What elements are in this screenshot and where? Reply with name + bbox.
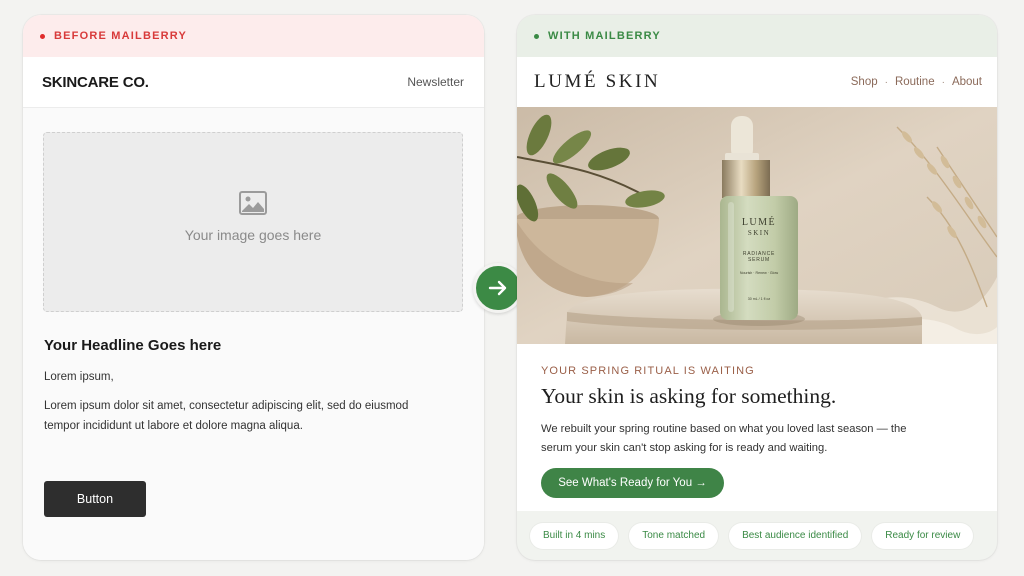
before-banner-label: BEFORE MAILBERRY bbox=[54, 30, 188, 42]
after-email-header: LUMÉ SKIN Shop · Routine · About bbox=[517, 57, 997, 107]
feature-chips: Built in 4 mins Tone matched Best audien… bbox=[517, 511, 997, 560]
eyebrow-text: YOUR SPRING RITUAL IS WAITING bbox=[541, 365, 755, 377]
image-icon bbox=[239, 191, 267, 215]
hero-product-image: LUMÉ SKIN RADIANCE SERUM Nourish · Renew… bbox=[517, 107, 997, 344]
bottle-tagline: Nourish · Renew · Glow bbox=[739, 271, 779, 275]
after-email-card: WITH MAILBERRY LUMÉ SKIN Shop · Routine … bbox=[517, 15, 997, 560]
nav-separator: · bbox=[941, 76, 945, 88]
before-email-header: SKINCARE CO. Newsletter bbox=[23, 57, 484, 108]
bottle-label: LUMÉ SKIN RADIANCE SERUM Nourish · Renew… bbox=[720, 217, 798, 301]
after-nav: Shop · Routine · About bbox=[851, 76, 982, 88]
after-email-content: YOUR SPRING RITUAL IS WAITING Your skin … bbox=[517, 344, 997, 511]
arrow-right-icon bbox=[488, 280, 507, 296]
transform-arrow-button bbox=[473, 263, 523, 313]
bottle-brand-line1: LUMÉ bbox=[741, 217, 777, 228]
before-cta-button[interactable]: Button bbox=[44, 481, 146, 517]
before-email-body: Your image goes here Your Headline Goes … bbox=[23, 108, 484, 560]
chip-built-time: Built in 4 mins bbox=[530, 522, 619, 549]
after-cta-button[interactable]: See What's Ready for You → bbox=[541, 468, 724, 498]
green-dot-icon bbox=[534, 33, 539, 39]
bottle-volume: 30 mL / 1 fl oz bbox=[747, 297, 771, 301]
after-banner-label: WITH MAILBERRY bbox=[548, 30, 661, 42]
nav-about[interactable]: About bbox=[952, 76, 982, 88]
before-banner: BEFORE MAILBERRY bbox=[23, 15, 484, 57]
nav-separator: · bbox=[884, 76, 888, 88]
before-greeting: Lorem ipsum, bbox=[44, 371, 114, 383]
before-headline: Your Headline Goes here bbox=[44, 337, 222, 354]
before-nav-newsletter[interactable]: Newsletter bbox=[407, 75, 464, 89]
nav-shop[interactable]: Shop bbox=[851, 76, 878, 88]
nav-routine[interactable]: Routine bbox=[895, 76, 935, 88]
bottle-brand-line2: SKIN bbox=[747, 229, 771, 237]
placeholder-text: Your image goes here bbox=[184, 227, 322, 243]
chip-ready-review: Ready for review bbox=[872, 522, 974, 549]
chip-tone-matched: Tone matched bbox=[629, 522, 719, 549]
before-paragraph: Lorem ipsum dolor sit amet, consectetur … bbox=[44, 400, 409, 432]
before-email-card: BEFORE MAILBERRY SKINCARE CO. Newsletter… bbox=[23, 15, 484, 560]
bottle-product-line2: SERUM bbox=[747, 257, 771, 263]
before-brand-logo: SKINCARE CO. bbox=[42, 73, 149, 91]
chip-audience: Best audience identified bbox=[729, 522, 862, 549]
after-headline: Your skin is asking for something. bbox=[541, 384, 837, 408]
red-dot-icon bbox=[40, 33, 45, 39]
after-brand-logo: LUMÉ SKIN bbox=[534, 71, 661, 92]
after-paragraph: We rebuilt your spring routine based on … bbox=[541, 423, 907, 454]
image-placeholder: Your image goes here bbox=[43, 132, 463, 312]
after-banner: WITH MAILBERRY bbox=[517, 15, 997, 57]
